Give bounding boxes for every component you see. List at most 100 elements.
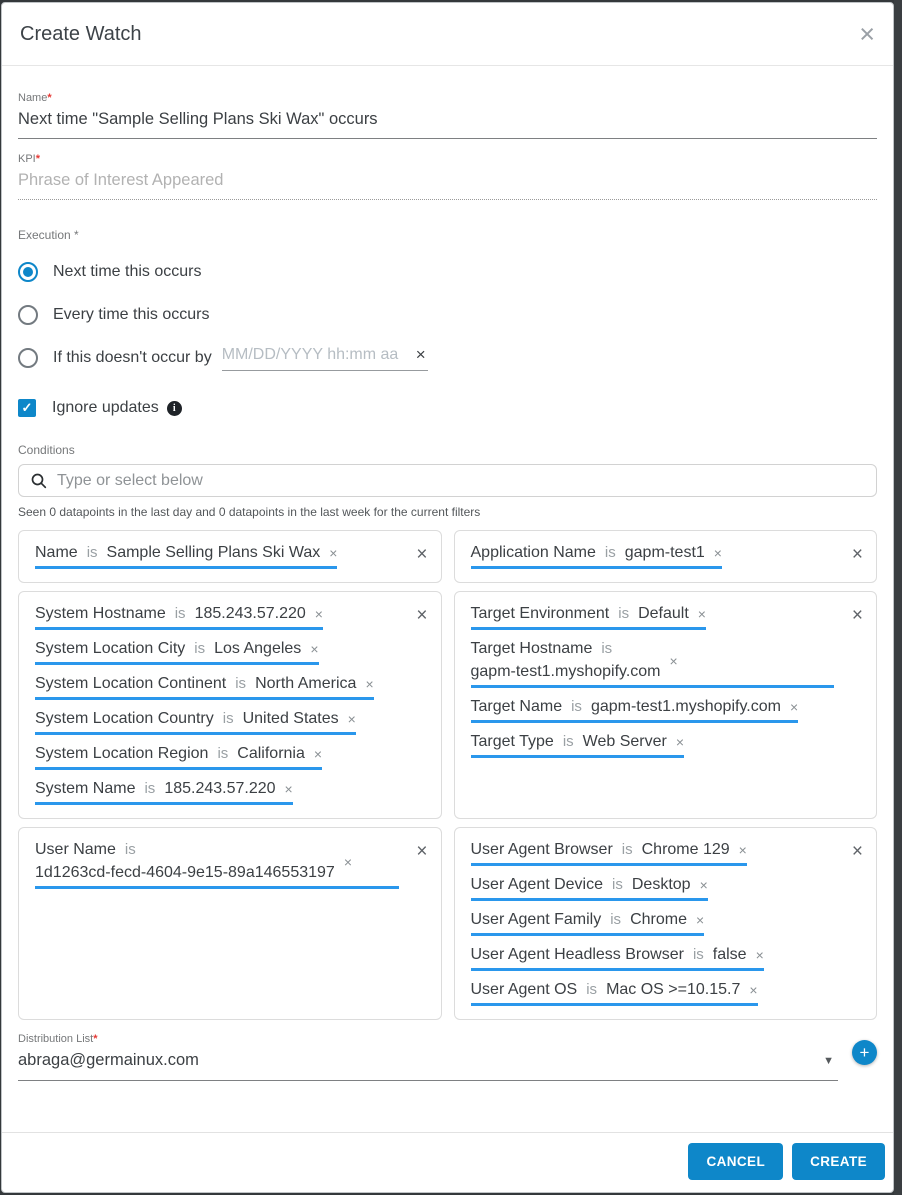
condition-chip[interactable]: System Location CountryisUnited States × [35,710,356,735]
condition-chip[interactable]: NameisSample Selling Plans Ski Wax × [35,544,337,569]
condition-chip[interactable]: Target Nameisgapm-test1.myshopify.com × [471,698,799,723]
condition-value: North America [255,675,356,692]
remove-condition-icon[interactable]: × [365,677,373,691]
condition-operator: is [144,780,155,797]
info-icon[interactable]: i [167,401,182,416]
ignore-updates-row: ✓ Ignore updates i [18,399,877,417]
remove-condition-group-icon[interactable]: × [852,842,863,861]
execution-label: Execution * [18,228,877,242]
condition-chip-list: User Nameis1d1263cd-fecd-4604-9e15-89a14… [35,841,425,889]
remove-condition-icon[interactable]: × [749,983,757,997]
clear-date-icon[interactable]: × [414,345,428,365]
remove-condition-group-icon[interactable]: × [852,606,863,625]
condition-field-label: System Location Continent [35,675,226,692]
remove-condition-icon[interactable]: × [310,642,318,656]
condition-chip[interactable]: System Location Continent is North America… [35,675,374,700]
condition-field-label: User Agent Device [471,876,604,893]
remove-condition-icon[interactable]: × [285,782,293,796]
condition-field-label: System Hostname [35,605,166,622]
condition-card: × Application Nameisgapm-test1 × [454,530,878,583]
required-asterisk: * [47,92,51,104]
create-button[interactable]: CREATE [792,1143,885,1180]
conditions-label: Conditions [18,443,877,457]
condition-chip[interactable]: User Agent DeviceisDesktop × [471,876,708,901]
condition-field-label: System Location Country [35,710,214,727]
condition-chip[interactable]: System Location RegionisCalifornia × [35,745,322,770]
remove-condition-icon[interactable]: × [756,948,764,962]
background-page-strip [894,0,902,1195]
condition-field-label: User Name [35,841,116,858]
condition-operator: is [601,640,612,657]
remove-condition-icon[interactable]: × [329,546,337,560]
condition-chip[interactable]: Target Hostnameisgapm-test1.myshopify.co… [471,640,835,688]
condition-operator: is [605,544,616,561]
radio-selected-icon[interactable] [18,262,38,282]
condition-field-label: System Location City [35,640,185,657]
execution-option-doesnt-occur-by[interactable]: If this doesn't occur by MM/DD/YYYY hh:m… [18,345,877,371]
condition-field-label: User Agent Browser [471,841,613,858]
close-icon[interactable]: × [859,21,875,48]
deadline-date-input[interactable]: MM/DD/YYYY hh:mm aa × [222,345,428,371]
condition-field-label: Target Environment [471,605,610,622]
condition-chip[interactable]: Application Nameisgapm-test1 × [471,544,722,569]
name-input[interactable]: Next time "Sample Selling Plans Ski Wax"… [18,110,877,139]
remove-condition-icon[interactable]: × [700,878,708,892]
kpi-field: KPI* Phrase of Interest Appeared [18,153,877,200]
condition-operator: is [87,544,98,561]
ignore-updates-checkbox[interactable]: ✓ [18,399,36,417]
condition-card: × User Agent BrowserisChrome 129 × User … [454,827,878,1020]
condition-chip[interactable]: User Agent FamilyisChrome × [471,911,705,936]
remove-condition-group-icon[interactable]: × [416,545,427,564]
condition-chip[interactable]: Target EnvironmentisDefault × [471,605,706,630]
condition-chip[interactable]: User Agent BrowserisChrome 129 × [471,841,747,866]
remove-condition-icon[interactable]: × [670,654,678,668]
cancel-button[interactable]: CANCEL [688,1143,783,1180]
radio-icon[interactable] [18,348,38,368]
condition-card: × User Nameis1d1263cd-fecd-4604-9e15-89a… [18,827,442,1020]
name-field: Name* Next time "Sample Selling Plans Sk… [18,92,877,139]
condition-value: United States [243,710,339,727]
remove-condition-icon[interactable]: × [315,607,323,621]
conditions-search-input[interactable]: Type or select below [18,464,877,497]
execution-option-every-time[interactable]: Every time this occurs [18,302,877,328]
condition-card: × System Hostnameis185.243.57.220 × Syst… [18,591,442,819]
remove-condition-group-icon[interactable]: × [852,545,863,564]
condition-value: Los Angeles [214,640,301,657]
condition-field-label: System Name [35,780,135,797]
condition-chip[interactable]: User Agent Headless Browserisfalse × [471,946,764,971]
condition-chip[interactable]: User Nameis1d1263cd-fecd-4604-9e15-89a14… [35,841,399,889]
remove-condition-icon[interactable]: × [696,913,704,927]
condition-operator: is [622,841,633,858]
condition-chip-list: Target EnvironmentisDefault × Target Hos… [471,605,861,758]
condition-chip[interactable]: System Nameis185.243.57.220 × [35,780,293,805]
remove-condition-icon[interactable]: × [714,546,722,560]
remove-condition-group-icon[interactable]: × [416,606,427,625]
condition-chip[interactable]: System Location CityisLos Angeles × [35,640,319,665]
dialog-title: Create Watch [20,23,142,46]
condition-field-label: Target Type [471,733,554,750]
condition-chip[interactable]: Target TypeisWeb Server × [471,733,685,758]
remove-condition-icon[interactable]: × [344,855,352,869]
add-distribution-button[interactable]: + [852,1040,877,1065]
radio-icon[interactable] [18,305,38,325]
remove-condition-icon[interactable]: × [739,843,747,857]
execution-option-next-time[interactable]: Next time this occurs [18,259,877,285]
condition-field-label: Target Name [471,698,563,715]
condition-chip[interactable]: User Agent OSisMac OS >=10.15.7 × [471,981,758,1006]
condition-chip-list: NameisSample Selling Plans Ski Wax × [35,544,425,569]
condition-value: Sample Selling Plans Ski Wax [107,544,321,561]
dialog-header: Create Watch × [2,3,893,66]
remove-condition-group-icon[interactable]: × [416,842,427,861]
condition-operator: is [235,675,246,692]
condition-field-label: System Location Region [35,745,208,762]
remove-condition-icon[interactable]: × [676,735,684,749]
condition-value: Web Server [583,733,667,750]
condition-value: Chrome [630,911,687,928]
remove-condition-icon[interactable]: × [698,607,706,621]
distribution-list-select[interactable]: abraga@germainux.com ▼ [18,1051,838,1081]
remove-condition-icon[interactable]: × [314,747,322,761]
condition-field-label: User Agent Headless Browser [471,946,684,963]
condition-chip[interactable]: System Hostnameis185.243.57.220 × [35,605,323,630]
remove-condition-icon[interactable]: × [790,700,798,714]
remove-condition-icon[interactable]: × [348,712,356,726]
